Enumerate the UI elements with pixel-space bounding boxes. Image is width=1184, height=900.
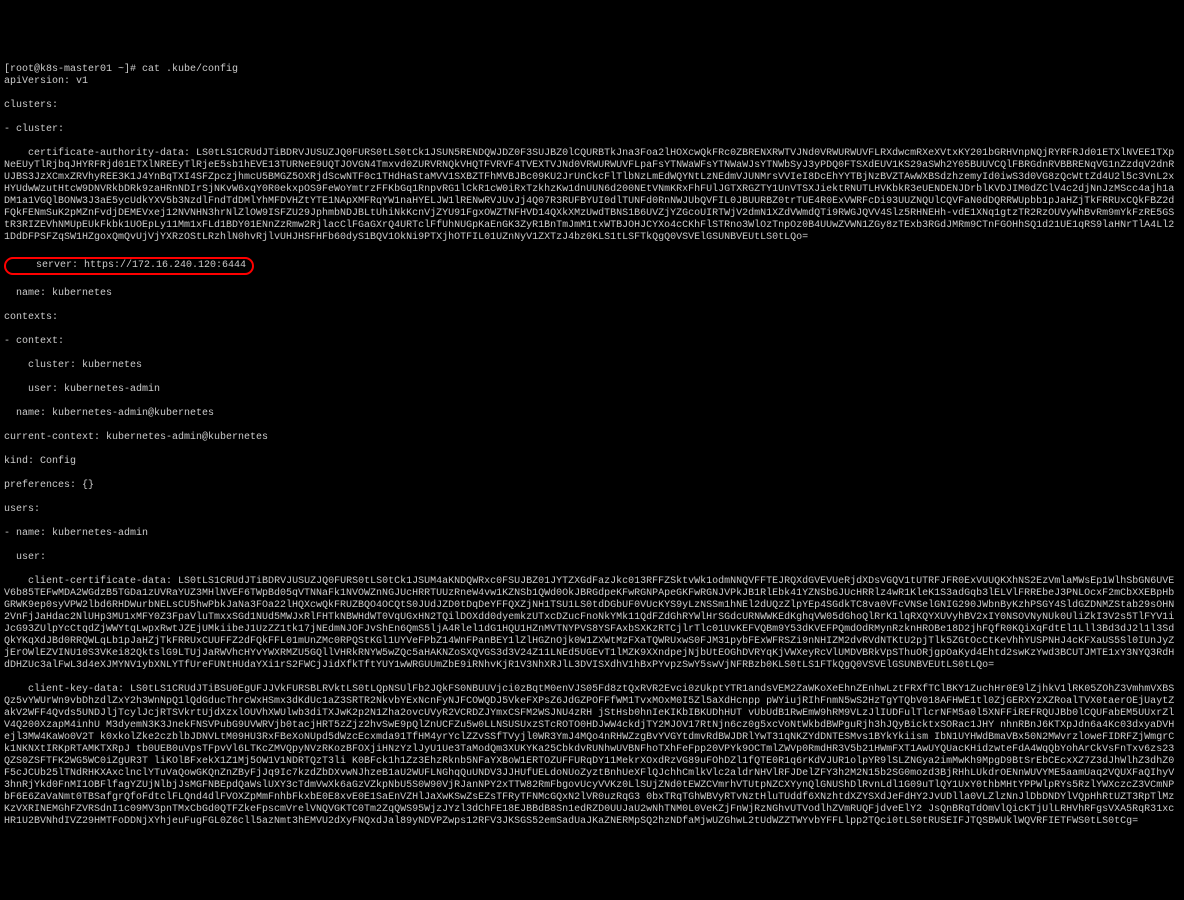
server-url-highlight: server: https://172.16.240.120:6444 — [4, 257, 254, 275]
terminal-output: [root@k8s-master01 ~]# cat .kube/config … — [4, 52, 1180, 840]
config-line: cluster: kubernetes — [4, 360, 1180, 372]
cert-auth-line: certificate-authority-data: LS0tLS1CRUdJ… — [4, 148, 1180, 244]
config-line: kind: Config — [4, 456, 1180, 468]
config-line: name: kubernetes — [4, 288, 1180, 300]
config-line: - context: — [4, 336, 1180, 348]
client-key-line: client-key-data: LS0tLS1CRUdJTiBSU0EgUFJ… — [4, 684, 1180, 828]
config-line: apiVersion: v1 — [4, 76, 1180, 88]
config-line: clusters: — [4, 100, 1180, 112]
config-line: - name: kubernetes-admin — [4, 528, 1180, 540]
config-line: contexts: — [4, 312, 1180, 324]
shell-prompt: [root@k8s-master01 ~]# — [4, 64, 142, 75]
server-line-wrapper: server: https://172.16.240.120:6444 — [4, 256, 1180, 276]
config-line: preferences: {} — [4, 480, 1180, 492]
config-line: users: — [4, 504, 1180, 516]
config-line: user: kubernetes-admin — [4, 384, 1180, 396]
client-cert-line: client-certificate-data: LS0tLS1CRUdJTiB… — [4, 576, 1180, 672]
config-line: current-context: kubernetes-admin@kubern… — [4, 432, 1180, 444]
config-line: - cluster: — [4, 124, 1180, 136]
config-line: user: — [4, 552, 1180, 564]
command-text: cat .kube/config — [142, 64, 238, 75]
config-line: name: kubernetes-admin@kubernetes — [4, 408, 1180, 420]
